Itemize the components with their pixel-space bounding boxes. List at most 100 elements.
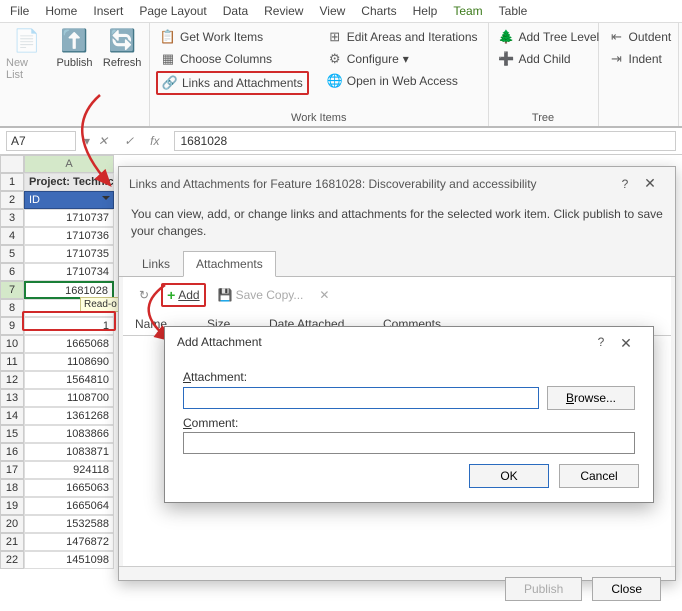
menu-insert[interactable]: Insert (93, 4, 123, 18)
row-header[interactable]: 18 (0, 479, 24, 497)
data-cell[interactable]: 1710737 (24, 209, 114, 227)
edit-areas-button[interactable]: ⊞ Edit Areas and Iterations (323, 27, 482, 47)
new-list-button[interactable]: 📄 New List (6, 27, 48, 110)
refresh-attachments-icon[interactable]: ↻ (135, 286, 153, 304)
tab-links[interactable]: Links (129, 251, 183, 277)
row-header[interactable]: 8 (0, 299, 24, 317)
fb-cancel-icon[interactable]: ✕ (90, 134, 116, 148)
ribbon: 📄 New List ⬆️ Publish 🔄 Refresh Work Ite… (0, 23, 682, 128)
row-header[interactable]: 16 (0, 443, 24, 461)
data-cell[interactable]: 1710734 (24, 263, 114, 281)
data-cell[interactable]: 924118 (24, 461, 114, 479)
row-header[interactable]: 6 (0, 263, 24, 281)
data-cell[interactable]: 1108690 (24, 353, 114, 371)
fb-enter-icon[interactable]: ✓ (116, 134, 142, 148)
row-header[interactable]: 14 (0, 407, 24, 425)
data-cell[interactable]: 1476872 (24, 533, 114, 551)
comment-input[interactable] (183, 432, 635, 454)
get-work-items-button[interactable]: 📋 Get Work Items (156, 27, 309, 47)
configure-button[interactable]: ⚙ Configure ▾ (323, 49, 482, 69)
row-header[interactable]: 11 (0, 353, 24, 371)
id-header-cell[interactable]: ID (24, 191, 114, 209)
choose-columns-button[interactable]: ▦ Choose Columns (156, 49, 309, 69)
refresh-button[interactable]: 🔄 Refresh (101, 27, 143, 110)
menu-view[interactable]: View (319, 4, 345, 18)
save-copy-button[interactable]: 💾 Save Copy... (214, 286, 308, 304)
publish-button-dialog[interactable]: Publish (505, 577, 582, 601)
row-header[interactable]: 12 (0, 371, 24, 389)
row-header[interactable]: 19 (0, 497, 24, 515)
open-web-button[interactable]: 🌐 Open in Web Access (323, 71, 482, 91)
project-cell[interactable]: Project: Technica (24, 173, 114, 191)
menu-data[interactable]: Data (223, 4, 248, 18)
menu-home[interactable]: Home (45, 4, 77, 18)
close-button-dialog[interactable]: Close (592, 577, 661, 601)
open-web-icon: 🌐 (327, 73, 343, 89)
fb-fx-icon[interactable]: fx (142, 134, 167, 148)
select-all-cell[interactable] (0, 155, 24, 173)
indent-button[interactable]: ⇥ Indent (605, 49, 676, 69)
comment-label: Comment: (183, 410, 238, 432)
data-cell[interactable]: 1 (24, 317, 114, 335)
add-tree-level-button[interactable]: 🌲 Add Tree Level (495, 27, 604, 47)
add-dialog-help-icon[interactable]: ? (591, 335, 611, 352)
row-header[interactable]: 17 (0, 461, 24, 479)
menu-help[interactable]: Help (413, 4, 438, 18)
data-cell[interactable]: 1665063 (24, 479, 114, 497)
data-cell[interactable]: 1710736 (24, 227, 114, 245)
row-header[interactable]: 13 (0, 389, 24, 407)
data-cell[interactable]: 1361268 (24, 407, 114, 425)
menu-team[interactable]: Team (453, 4, 482, 18)
dialog-close-icon[interactable]: ✕ (635, 175, 665, 192)
outdent-button[interactable]: ⇤ Outdent (605, 27, 676, 47)
row-header[interactable]: 9 (0, 317, 24, 335)
row-header[interactable]: 20 (0, 515, 24, 533)
tab-attachments[interactable]: Attachments (183, 251, 276, 277)
get-work-items-icon: 📋 (160, 29, 176, 45)
browse-button[interactable]: Browse... (547, 386, 635, 410)
menu-table[interactable]: Table (499, 4, 528, 18)
row-header[interactable]: 5 (0, 245, 24, 263)
delete-attachment-icon[interactable]: ✕ (315, 286, 333, 304)
row-header[interactable]: 4 (0, 227, 24, 245)
formula-bar: A7 ▾ ✕ ✓ fx 1681028 (0, 128, 682, 155)
data-cell[interactable]: 1451098 (24, 551, 114, 569)
ok-button[interactable]: OK (469, 464, 549, 488)
row-header[interactable]: 3 (0, 209, 24, 227)
name-box[interactable]: A7 (6, 131, 76, 151)
cancel-button[interactable]: Cancel (559, 464, 639, 488)
row-header[interactable]: 21 (0, 533, 24, 551)
menu-page-layout[interactable]: Page Layout (139, 4, 206, 18)
data-cell[interactable]: 1532588 (24, 515, 114, 533)
row-header[interactable]: 1 (0, 173, 24, 191)
add-attachment-button[interactable]: + Add (161, 283, 206, 307)
publish-button[interactable]: ⬆️ Publish (54, 27, 96, 110)
links-attachments-button[interactable]: 🔗 Links and Attachments (156, 71, 309, 95)
menu-bar: File Home Insert Page Layout Data Review… (0, 0, 682, 23)
menu-review[interactable]: Review (264, 4, 303, 18)
data-cell[interactable]: 1665064 (24, 497, 114, 515)
col-header-a[interactable]: A (24, 155, 114, 173)
dialog-title: Links and Attachments for Feature 168102… (129, 177, 615, 191)
data-cell[interactable]: 1108700 (24, 389, 114, 407)
data-cell[interactable]: 1665068 (24, 335, 114, 353)
data-cell[interactable]: 1710735 (24, 245, 114, 263)
row-header[interactable]: 22 (0, 551, 24, 569)
menu-charts[interactable]: Charts (361, 4, 396, 18)
row-header[interactable]: 15 (0, 425, 24, 443)
data-cell[interactable]: 1083871 (24, 443, 114, 461)
formula-input[interactable]: 1681028 (174, 131, 677, 151)
new-list-icon: 📄 (13, 27, 41, 55)
attachment-label: Attachment: (183, 364, 247, 386)
data-cell[interactable]: 1564810 (24, 371, 114, 389)
row-header[interactable]: 7 (0, 281, 24, 299)
attachment-input[interactable] (183, 387, 539, 409)
row-header[interactable]: 2 (0, 191, 24, 209)
menu-file[interactable]: File (10, 4, 29, 18)
dialog-help-icon[interactable]: ? (615, 177, 635, 191)
readonly-tooltip: Read-o (80, 297, 121, 312)
data-cell[interactable]: 1083866 (24, 425, 114, 443)
row-header[interactable]: 10 (0, 335, 24, 353)
add-dialog-close-icon[interactable]: ✕ (611, 335, 641, 352)
add-child-button[interactable]: ➕ Add Child (495, 49, 604, 69)
